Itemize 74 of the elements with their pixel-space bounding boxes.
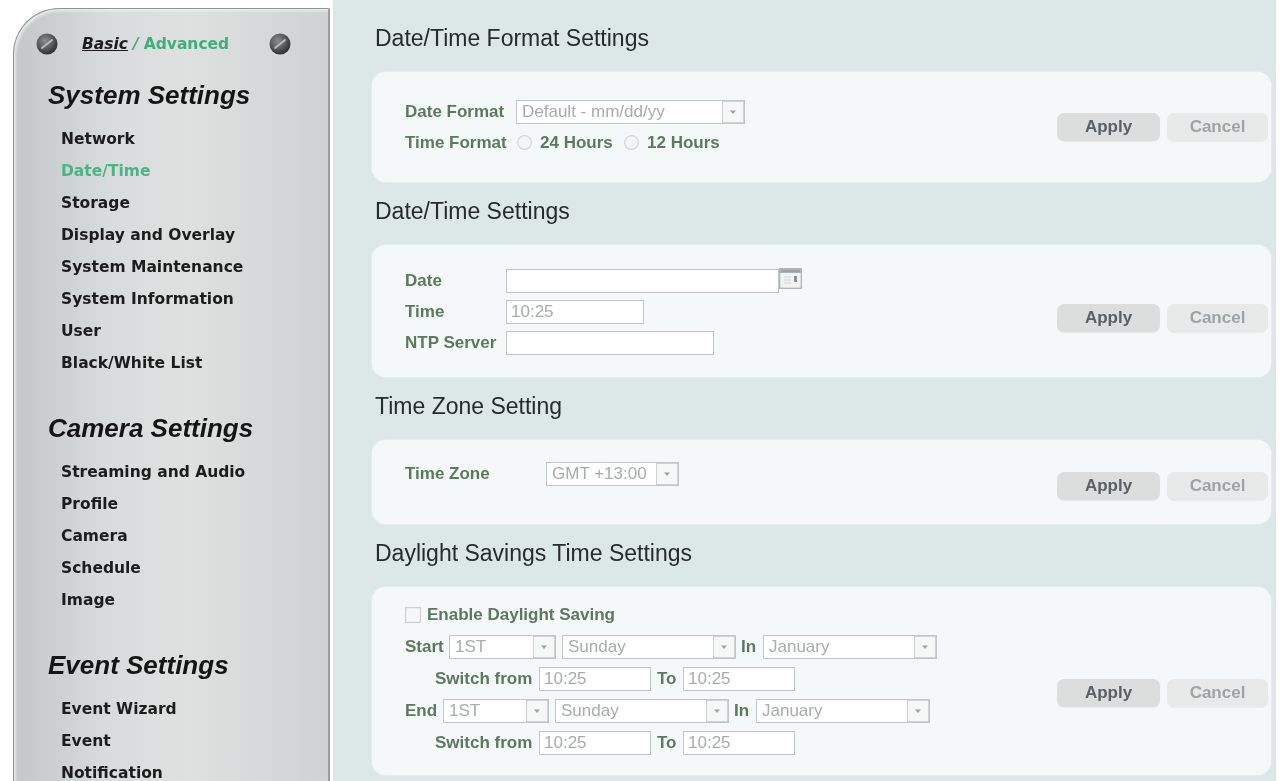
radio-icon[interactable] xyxy=(517,135,532,150)
field-label: NTP Server xyxy=(405,332,498,353)
radio-option[interactable]: 12 Hours xyxy=(624,132,719,153)
input-field[interactable]: 10:25 xyxy=(539,731,651,755)
nav-item[interactable]: Camera xyxy=(61,520,128,552)
nav-item[interactable]: Image xyxy=(61,584,115,616)
dropdown[interactable]: January xyxy=(756,699,930,723)
section-title: Date/Time Format Settings xyxy=(374,25,649,52)
apply-button[interactable]: Apply xyxy=(1057,679,1160,707)
mode-link[interactable]: Basic xyxy=(82,35,128,53)
field-label: Switch from xyxy=(435,733,534,753)
dropdown[interactable]: 1ST xyxy=(449,635,556,659)
nav-item[interactable]: Schedule xyxy=(61,552,141,584)
input-field[interactable]: 10:25 xyxy=(539,667,651,691)
nav-item[interactable]: Event Wizard xyxy=(61,693,177,725)
field-label: Time Format xyxy=(405,132,508,153)
caret-icon[interactable] xyxy=(914,636,936,658)
field-label: End xyxy=(405,701,439,721)
nav-group-title: Event Settings xyxy=(47,649,229,682)
nav-item[interactable]: Black/White List xyxy=(61,347,203,379)
dropdown[interactable]: January xyxy=(763,635,937,659)
caret-icon[interactable] xyxy=(722,100,744,123)
dropdown[interactable]: Sunday xyxy=(555,699,729,723)
input-field[interactable]: 10:25 xyxy=(506,299,644,324)
field-label: To xyxy=(657,733,678,753)
nav-item[interactable]: Network xyxy=(61,123,135,155)
dropdown[interactable]: Default - mm/dd/yy xyxy=(516,99,745,124)
field-label: Time Zone xyxy=(405,464,491,484)
radio-option[interactable]: 24 Hours xyxy=(517,132,617,153)
caret-icon[interactable] xyxy=(706,700,728,722)
caret-icon[interactable] xyxy=(907,700,929,722)
dropdown[interactable]: GMT +13:00 xyxy=(546,462,679,486)
input-field[interactable]: 10:25 xyxy=(683,667,795,691)
input-field[interactable] xyxy=(506,330,714,355)
nav-item[interactable]: User xyxy=(61,315,101,347)
nav-item[interactable]: Notification xyxy=(61,757,163,781)
screw-icon xyxy=(269,33,291,55)
caret-icon[interactable] xyxy=(533,636,555,658)
field-label: In xyxy=(734,701,751,721)
radio-icon[interactable] xyxy=(624,135,639,150)
dropdown[interactable]: Sunday xyxy=(562,635,736,659)
section-title: Time Zone Setting xyxy=(374,393,563,420)
calendar-icon[interactable] xyxy=(779,268,802,289)
nav-item[interactable]: Streaming and Audio xyxy=(61,456,246,488)
input-field[interactable]: 10:25 xyxy=(683,731,795,755)
apply-button[interactable]: Apply xyxy=(1057,471,1160,500)
dropdown[interactable]: 1ST xyxy=(443,699,549,723)
nav-item[interactable]: System Maintenance xyxy=(61,251,244,283)
apply-button[interactable]: Apply xyxy=(1057,113,1160,141)
checkbox-option[interactable]: Enable Daylight Saving xyxy=(405,605,635,625)
field-label: In xyxy=(741,637,758,657)
field-label: Date Format xyxy=(405,101,506,122)
field-label: Time xyxy=(405,301,446,322)
field-label: Date xyxy=(405,270,443,291)
checkbox-icon[interactable] xyxy=(405,607,421,623)
field-label: Switch from xyxy=(435,669,534,689)
caret-icon[interactable] xyxy=(713,636,735,658)
caret-icon[interactable] xyxy=(656,463,678,485)
field-label: Start xyxy=(405,637,445,657)
nav-item[interactable]: Display and Overlay xyxy=(61,219,236,251)
nav-group-title: Camera Settings xyxy=(47,412,254,445)
nav-item[interactable]: System Information xyxy=(61,283,234,315)
section-title: Daylight Savings Time Settings xyxy=(374,540,693,567)
field-label: To xyxy=(657,669,678,689)
date-field[interactable] xyxy=(506,269,779,293)
separator-text: / xyxy=(133,35,139,53)
caret-icon[interactable] xyxy=(526,700,548,722)
nav-item[interactable]: Event xyxy=(61,725,111,757)
nav-item[interactable]: Storage xyxy=(61,187,130,219)
nav-group-title: System Settings xyxy=(47,79,251,112)
section-title: Date/Time Settings xyxy=(374,198,570,225)
screw-icon xyxy=(36,33,58,55)
apply-button[interactable]: Apply xyxy=(1057,304,1160,332)
nav-item[interactable]: Profile xyxy=(61,488,118,520)
